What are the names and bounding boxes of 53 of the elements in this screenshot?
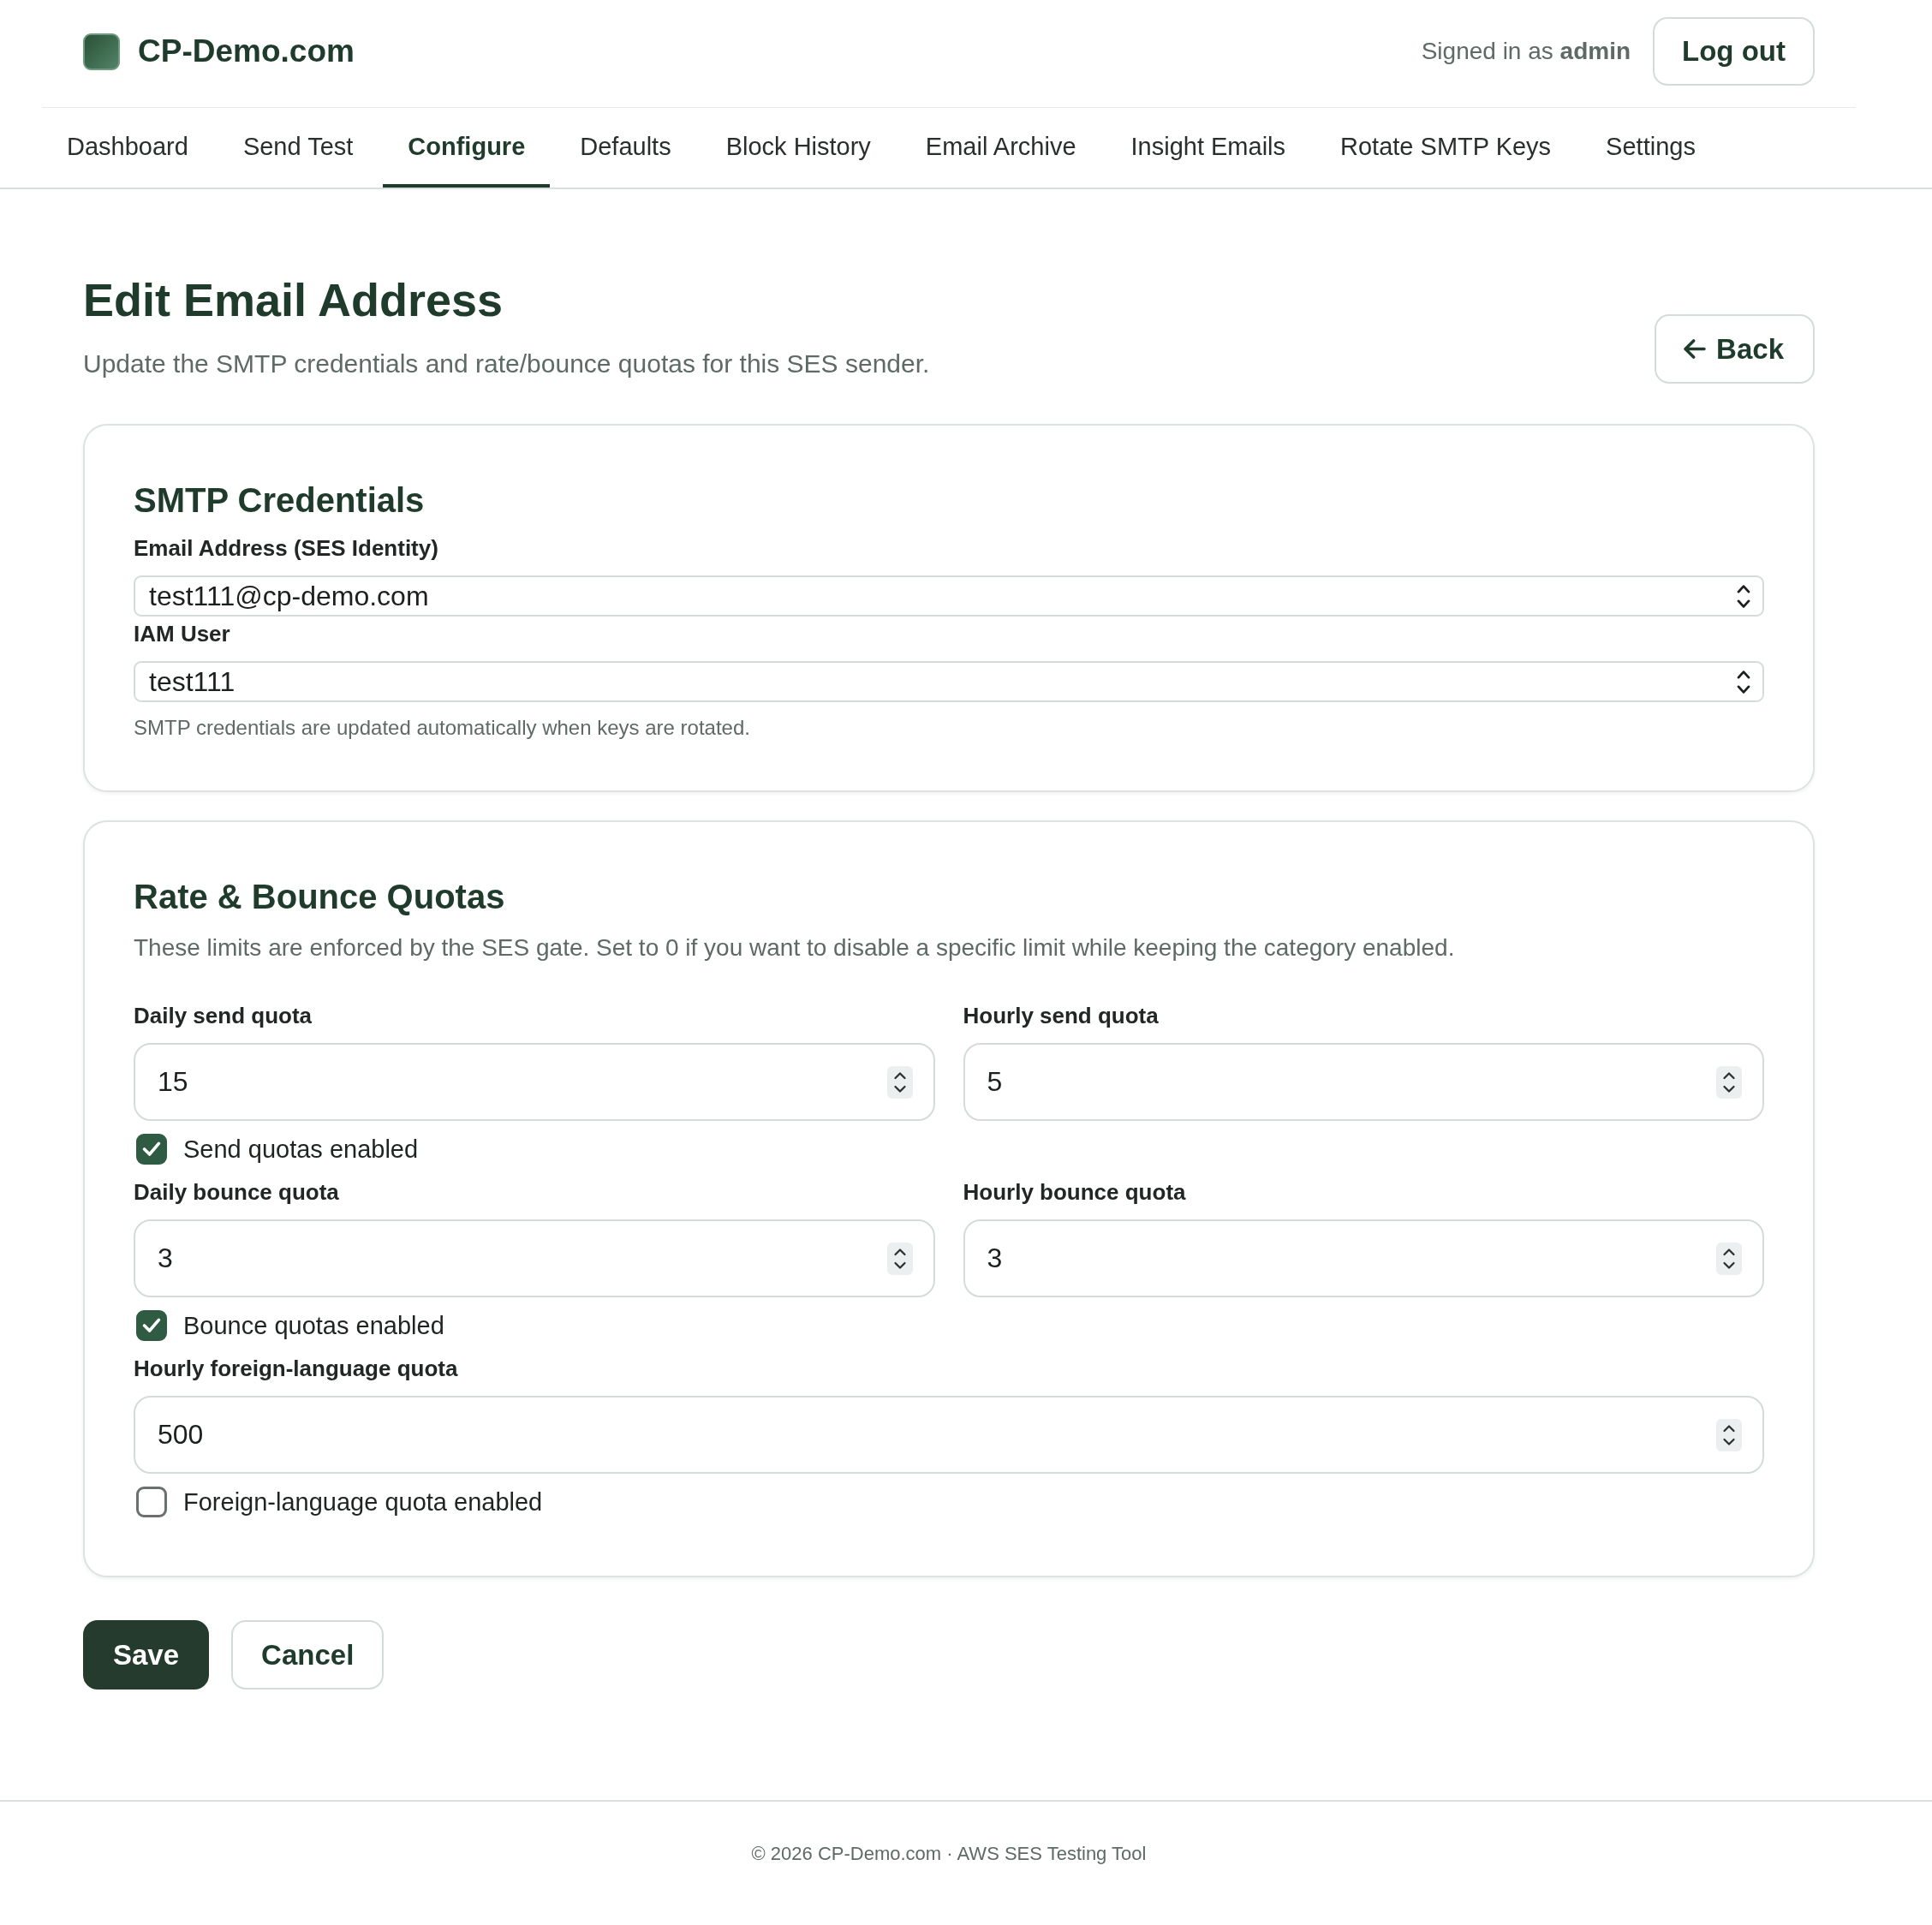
cancel-button[interactable]: Cancel — [231, 1620, 385, 1690]
number-field[interactable]: 3 — [963, 1219, 1764, 1297]
brand-name: CP-Demo.com — [138, 33, 355, 69]
chevron-up-down-icon — [1737, 670, 1750, 694]
save-button[interactable]: Save — [83, 1620, 210, 1690]
nav-tab[interactable]: Email Archive — [900, 108, 1101, 188]
chevron-up-down-icon — [1737, 584, 1750, 608]
stepper-icon[interactable] — [886, 1065, 913, 1099]
field-label: Daily send quota — [134, 1002, 313, 1029]
stepper-icon[interactable] — [1716, 1242, 1742, 1275]
stepper-icon[interactable] — [1716, 1418, 1742, 1451]
checkbox-label[interactable]: Send quotas enabled — [183, 1134, 419, 1165]
nav-tab[interactable]: Dashboard — [42, 108, 213, 188]
field-label: IAM User — [134, 620, 231, 647]
nav-tab[interactable]: Settings — [1581, 108, 1720, 188]
logo-icon — [83, 33, 120, 70]
number-field[interactable]: 3 — [134, 1219, 935, 1297]
logout-button[interactable]: Log out — [1653, 17, 1815, 86]
checkmark-icon — [142, 1141, 161, 1157]
checkbox[interactable] — [136, 1310, 167, 1341]
arrow-left-icon — [1684, 339, 1707, 359]
field-label: Daily bounce quota — [134, 1178, 340, 1206]
nav-tab[interactable]: Block History — [701, 108, 896, 188]
nav-tab[interactable]: Configure — [383, 108, 551, 188]
page-title: Edit Email Address — [83, 273, 504, 327]
stepper-icon[interactable] — [886, 1242, 913, 1275]
checkbox-label[interactable]: Bounce quotas enabled — [183, 1310, 444, 1341]
number-field[interactable]: 5 — [963, 1043, 1764, 1121]
nav-tab[interactable]: Send Test — [218, 108, 379, 188]
page-subtitle: Update the SMTP credentials and rate/bounce quotas for this SES sender. — [83, 349, 930, 379]
field-label: Hourly foreign-language quota — [134, 1355, 459, 1382]
help-text: SMTP credentials are updated automatically when keys are rotated. — [134, 715, 751, 741]
stepper-icon[interactable] — [1716, 1065, 1742, 1099]
section-description: These limits are enforced by the SES gate. Set to 0 if you want to disable a specific limit while keeping the category enabled. — [134, 933, 1456, 962]
field-label: Email Address (SES Identity) — [134, 534, 439, 562]
checkbox[interactable] — [136, 1487, 167, 1517]
checkbox-label[interactable]: Foreign-language quota enabled — [183, 1487, 543, 1517]
select-field[interactable]: test111@cp-demo.com — [134, 575, 1764, 617]
section-heading: SMTP Credentials — [134, 480, 426, 521]
back-button[interactable]: Back — [1655, 314, 1815, 384]
nav-tab[interactable]: Defaults — [555, 108, 696, 188]
signed-in-text: Signed in as admin — [1421, 38, 1631, 65]
footer-text: © 2026 CP-Demo.com · AWS SES Testing Tool — [750, 1842, 1148, 1866]
field-label: Hourly bounce quota — [963, 1178, 1187, 1206]
nav-tab[interactable]: Insight Emails — [1106, 108, 1311, 188]
checkbox[interactable] — [136, 1134, 167, 1165]
checkmark-icon — [142, 1318, 161, 1333]
field-label: Hourly send quota — [963, 1002, 1160, 1029]
section-heading: Rate & Bounce Quotas — [134, 877, 506, 917]
number-field[interactable]: 500 — [134, 1396, 1764, 1474]
nav-tab[interactable]: Rotate SMTP Keys — [1315, 108, 1577, 188]
number-field[interactable]: 15 — [134, 1043, 935, 1121]
select-field[interactable]: test111 — [134, 661, 1764, 702]
